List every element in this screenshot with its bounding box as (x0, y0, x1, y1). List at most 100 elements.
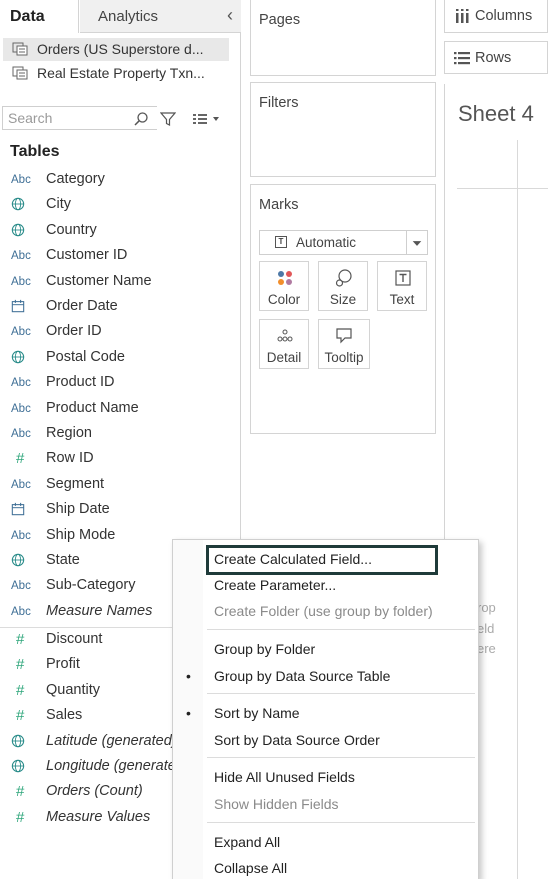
datasource-label: Real Estate Property Txn... (37, 65, 205, 81)
globe-icon (11, 734, 35, 750)
menu-item[interactable]: Create Parameter... (214, 577, 439, 593)
field-item[interactable]: Abc Category (0, 168, 241, 192)
field-item[interactable]: Order Date (0, 295, 241, 319)
field-label: Measure Names (46, 602, 153, 619)
field-item[interactable]: Abc Customer ID (0, 244, 241, 268)
tables-heading: Tables (10, 143, 60, 160)
number-icon: # (16, 783, 25, 801)
field-label: Profit (46, 656, 80, 673)
detail-label: Detail (266, 350, 302, 365)
tab-analytics[interactable]: Analytics ‹ (80, 0, 241, 33)
drop-hint-line: ere (477, 641, 496, 656)
field-label: Order ID (46, 323, 102, 340)
text-icon (395, 270, 411, 286)
field-label: Postal Code (46, 348, 125, 365)
field-item[interactable]: Postal Code (0, 346, 241, 370)
menu-item: Show Hidden Fields (214, 796, 339, 812)
field-label: City (46, 196, 71, 213)
tab-data[interactable]: Data (0, 0, 79, 33)
menu-item[interactable]: Sort by Name (214, 705, 439, 721)
field-label: Product Name (46, 399, 139, 416)
field-item[interactable]: Abc Customer Name (0, 270, 241, 294)
field-label: Quantity (46, 681, 100, 698)
chevron-down-icon[interactable] (406, 231, 427, 254)
menu-separator (207, 757, 475, 758)
menu-item[interactable]: Group by Data Source Table (214, 668, 439, 684)
field-label: Sub-Category (46, 577, 136, 594)
field-label: Orders (Count) (46, 783, 143, 800)
filter-icon[interactable] (160, 111, 176, 127)
field-item[interactable]: City (0, 193, 241, 217)
mark-type-dropdown[interactable]: T Automatic (259, 230, 428, 255)
field-label: Customer Name (46, 272, 152, 289)
menu-item: Create Folder (use group by folder) (214, 603, 433, 619)
calendar-icon (11, 299, 35, 315)
field-item[interactable]: # Row ID (0, 447, 241, 471)
color-mark-button[interactable]: Color (259, 261, 309, 311)
globe-icon (11, 759, 35, 775)
field-item[interactable]: Ship Date (0, 498, 241, 522)
field-label: Ship Date (46, 501, 110, 518)
field-label: Discount (46, 631, 103, 647)
field-label: Country (46, 221, 97, 238)
menu-item[interactable]: Create Calculated Field... (214, 551, 439, 567)
mark-type-value: Automatic (296, 235, 357, 250)
size-mark-button[interactable]: Size (318, 261, 368, 311)
datasource-item-real-estate[interactable]: Real Estate Property Txn... (3, 62, 229, 85)
abc-icon: Abc (11, 529, 31, 542)
context-menu: Create Calculated Field... Create Paramet… (172, 539, 479, 879)
tab-analytics-label: Analytics (98, 8, 159, 25)
datasource-icon (12, 42, 28, 56)
tooltip-label: Tooltip (324, 350, 364, 365)
datasource-label: Orders (US Superstore d... (37, 41, 204, 57)
rows-shelf[interactable]: Rows (444, 41, 548, 74)
field-label: Customer ID (46, 247, 128, 264)
list-view-icon[interactable] (192, 112, 222, 126)
field-item[interactable]: Abc Product ID (0, 371, 241, 395)
field-label: Longitude (generated) (46, 758, 189, 774)
field-label: Measure Values (46, 808, 151, 825)
globe-icon (11, 553, 35, 569)
sheet-title[interactable]: Sheet 4 (458, 101, 534, 127)
field-label: Sales (46, 707, 83, 724)
menu-item[interactable]: Expand All (214, 834, 439, 850)
menu-bullet: • (186, 705, 191, 721)
field-item[interactable]: Country (0, 219, 241, 243)
field-search-row (0, 104, 241, 132)
rows-label: Rows (475, 50, 512, 66)
field-item[interactable]: Abc Order ID (0, 320, 241, 344)
menu-item[interactable]: Sort by Data Source Order (214, 732, 439, 748)
detail-icon (277, 329, 293, 342)
detail-mark-button[interactable]: Detail (259, 319, 309, 369)
text-mark-button[interactable]: Text (377, 261, 427, 311)
menu-item[interactable]: Collapse All (214, 860, 439, 876)
pane-tabbar: Data Analytics ‹ (0, 0, 241, 33)
pages-shelf[interactable]: Pages (250, 0, 436, 76)
menu-item[interactable]: Group by Folder (214, 641, 439, 657)
globe-icon (11, 223, 35, 239)
color-label: Color (267, 292, 301, 307)
menu-item[interactable]: Hide All Unused Fields (214, 769, 439, 785)
field-item[interactable]: Abc Segment (0, 473, 241, 497)
columns-label: Columns (475, 8, 533, 24)
field-label: State (46, 552, 80, 568)
tooltip-mark-button[interactable]: Tooltip (318, 319, 370, 369)
columns-shelf[interactable]: Columns (444, 0, 548, 33)
rows-icon (454, 52, 470, 65)
globe-icon (11, 350, 35, 366)
abc-icon: Abc (11, 275, 31, 288)
field-label: Ship Mode (46, 526, 116, 543)
text-mark-icon: T (275, 236, 287, 248)
menu-separator (207, 629, 475, 630)
field-item[interactable]: Abc Region (0, 422, 241, 446)
abc-icon: Abc (11, 478, 31, 491)
tooltip-icon (336, 328, 352, 344)
search-icon[interactable] (133, 111, 149, 127)
filters-shelf[interactable]: Filters (250, 82, 436, 177)
drop-hint-line: eld (477, 621, 495, 636)
abc-icon: Abc (11, 250, 31, 263)
field-item[interactable]: Abc Product Name (0, 397, 241, 421)
chevron-left-icon[interactable]: ‹ (227, 5, 233, 26)
drop-hint-line: rop (477, 600, 496, 615)
datasource-item-orders[interactable]: Orders (US Superstore d... (3, 38, 229, 61)
